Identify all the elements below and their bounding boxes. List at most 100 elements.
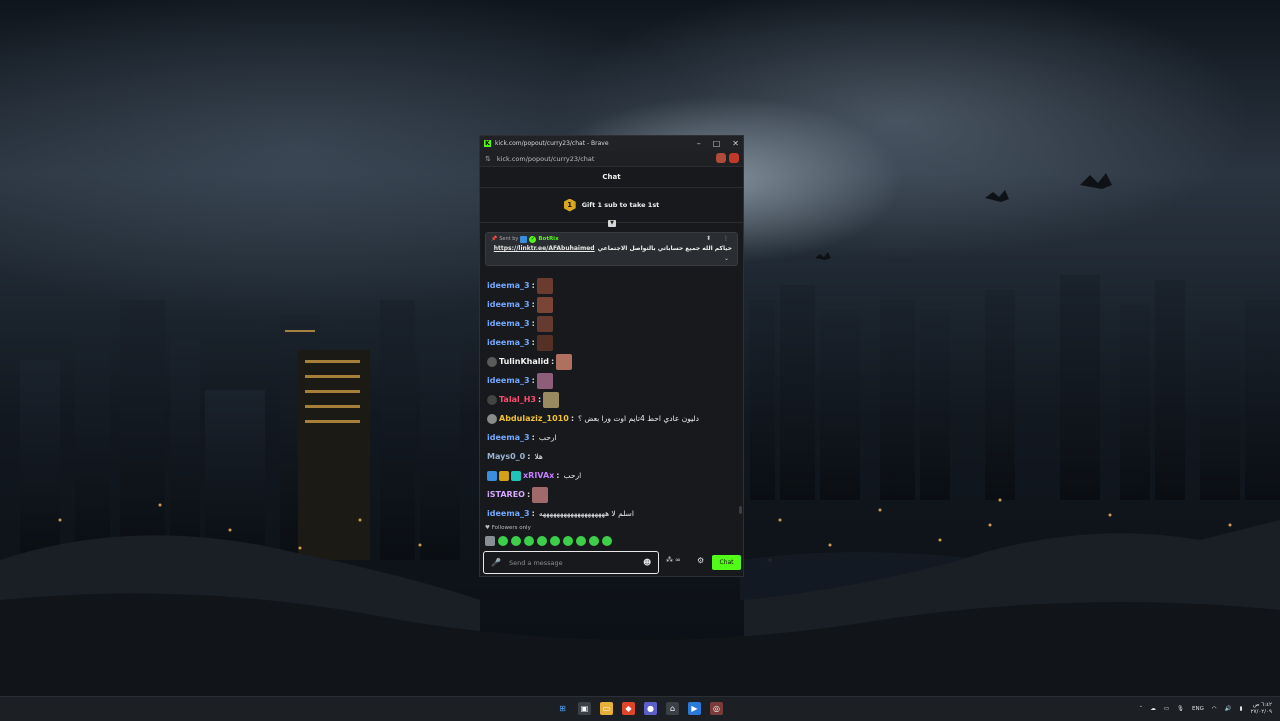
cloud-icon[interactable]: ☁ (1150, 706, 1156, 712)
chat-username[interactable]: Abdulaziz_1010 (499, 414, 569, 423)
chat-emote[interactable] (536, 334, 553, 351)
chat-username[interactable]: ideema_3 (487, 300, 530, 309)
chat-username[interactable]: iSTAREO (487, 490, 525, 499)
chat-message[interactable]: ideema_3: اسلم لا هههههههههههههههههههه (480, 504, 743, 523)
close-icon[interactable]: ✕ (732, 139, 739, 148)
chat-username[interactable]: ideema_3 (487, 433, 530, 442)
teams-icon[interactable]: ● (644, 702, 657, 715)
chrome-icon[interactable]: ◎ (710, 702, 723, 715)
emote-quick[interactable] (576, 536, 586, 546)
chat-emote[interactable] (536, 372, 553, 389)
chat-username[interactable]: ideema_3 (487, 338, 530, 347)
chat-emote[interactable] (532, 486, 549, 503)
url-text[interactable]: kick.com/popout/curry23/chat (497, 155, 595, 163)
chat-message-list: ideema_3: ideema_3: ideema_3: ideema_3: Tuli… (480, 276, 743, 523)
chat-username[interactable]: ideema_3 (487, 509, 530, 518)
chat-message[interactable]: TulinKhalid: (480, 352, 743, 371)
chat-emote[interactable] (536, 315, 553, 332)
points-icon: ⁂ (666, 556, 673, 564)
username-separator: : (527, 452, 531, 461)
username-separator: : (531, 338, 535, 347)
chat-message[interactable]: ideema_3: (480, 314, 743, 333)
chat-message[interactable]: Abdulaziz_1010: دليون عادي احط 4تايم اوت … (480, 409, 743, 428)
brave-shields-icon[interactable] (716, 153, 726, 163)
username-separator: : (556, 471, 560, 480)
send-chat-button[interactable]: Chat (712, 555, 741, 570)
chat-message[interactable]: ideema_3: (480, 371, 743, 390)
pinned-sender-name[interactable]: BotRix (538, 236, 558, 242)
chat-emote[interactable] (556, 353, 573, 370)
clock-time: ٦:٤٢ ص (1252, 702, 1272, 708)
chat-message[interactable]: Talal_H3: (480, 390, 743, 409)
emote-quick[interactable] (511, 536, 521, 546)
chat-username[interactable]: Mays0_0 (487, 452, 525, 461)
battery-icon[interactable]: ▮ (1240, 706, 1243, 712)
chat-message[interactable]: ideema_3: (480, 295, 743, 314)
chat-message[interactable]: Mays0_0: هلا (480, 447, 743, 466)
chat-username[interactable]: TulinKhalid (499, 357, 549, 366)
more-options-icon[interactable]: ⋮ (723, 235, 729, 242)
file-explorer-icon[interactable]: ▭ (600, 702, 613, 715)
window-titlebar[interactable]: K kick.com/popout/curry23/chat - Brave –… (480, 136, 743, 151)
chat-username[interactable]: ideema_3 (487, 319, 530, 328)
message-input[interactable] (506, 557, 643, 568)
chat-header: Chat (480, 167, 743, 188)
chat-message[interactable]: ideema_3: (480, 276, 743, 295)
user-badge-icon (487, 413, 497, 424)
chat-username[interactable]: Talal_H3 (499, 395, 536, 404)
start-menu-icon[interactable]: ⊞ (556, 702, 569, 715)
address-bar[interactable]: ⇅ kick.com/popout/curry23/chat (480, 151, 743, 167)
pin-icon: 📌 (491, 236, 498, 242)
emote-quick[interactable] (485, 536, 495, 546)
emote-quick[interactable] (524, 536, 534, 546)
system-tray: ˄ ☁ ▭ 🎙 ENG ◠ 🔊 ▮ ٦:٤٢ ص ٢٧/٠٢/٠٩ (1140, 702, 1272, 716)
chat-emote[interactable] (536, 277, 553, 294)
media-player-icon[interactable]: ▶ (688, 702, 701, 715)
clock[interactable]: ٦:٤٢ ص ٢٧/٠٢/٠٩ (1251, 702, 1272, 716)
chevron-down-icon[interactable]: ▼ (608, 220, 616, 227)
language-indicator[interactable]: ENG (1192, 706, 1204, 712)
unpin-icon[interactable]: ⬍ (706, 235, 711, 242)
pinned-message[interactable]: 📌 Sent by ✓ BotRix ⬍ ⋮ حياكم الله جميع ح… (485, 232, 738, 266)
channel-points[interactable]: ⁂ ∞ (666, 556, 681, 564)
chat-scrollbar[interactable] (739, 506, 742, 514)
chat-username[interactable]: xRIVAx (523, 471, 554, 480)
emote-quick[interactable] (563, 536, 573, 546)
chat-username[interactable]: ideema_3 (487, 376, 530, 385)
emote-quick[interactable] (550, 536, 560, 546)
microphone-icon[interactable]: 🎤 (491, 558, 501, 567)
expand-chevron-icon[interactable]: ⌄ (724, 255, 729, 262)
gift-sub-banner[interactable]: 1 Gift 1 sub to take 1st ▼ (480, 188, 743, 227)
task-view-icon[interactable]: ▣ (578, 702, 591, 715)
chevron-up-icon[interactable]: ˄ (1140, 706, 1143, 712)
mic-tray-icon[interactable]: 🎙 (1177, 706, 1184, 712)
pinned-message-link[interactable]: https://linktr.ee/AFAbuhaimed (494, 245, 595, 252)
username-separator: : (531, 319, 535, 328)
chat-emote[interactable] (543, 391, 560, 408)
chat-username[interactable]: ideema_3 (487, 281, 530, 290)
kick-logo-icon: K (484, 140, 491, 147)
message-input-box[interactable]: 🎤 ☻ (483, 551, 659, 574)
chat-message[interactable]: ideema_3: ارحب (480, 428, 743, 447)
chat-message[interactable]: ideema_3: (480, 333, 743, 352)
brave-rewards-icon[interactable] (729, 153, 739, 163)
emote-quick[interactable] (602, 536, 612, 546)
network-icon[interactable]: ▭ (1164, 706, 1169, 712)
brave-browser-icon[interactable]: ◆ (622, 702, 635, 715)
app-icon[interactable]: ⌂ (666, 702, 679, 715)
minimize-icon[interactable]: – (697, 139, 701, 148)
username-separator: : (531, 433, 535, 442)
gear-icon[interactable]: ⚙ (697, 556, 704, 565)
emote-quick[interactable] (537, 536, 547, 546)
volume-icon[interactable]: 🔊 (1225, 706, 1232, 712)
emote-quick[interactable] (498, 536, 508, 546)
site-settings-icon[interactable]: ⇅ (485, 155, 491, 163)
chat-message[interactable]: iSTAREO: (480, 485, 743, 504)
wifi-icon[interactable]: ◠ (1212, 706, 1217, 712)
chat-emote[interactable] (536, 296, 553, 313)
chat-message[interactable]: xRIVAx: ارحب (480, 466, 743, 485)
emoji-picker-icon[interactable]: ☻ (643, 558, 651, 567)
username-separator: : (550, 357, 555, 366)
maximize-icon[interactable]: □ (713, 139, 721, 148)
emote-quick[interactable] (589, 536, 599, 546)
